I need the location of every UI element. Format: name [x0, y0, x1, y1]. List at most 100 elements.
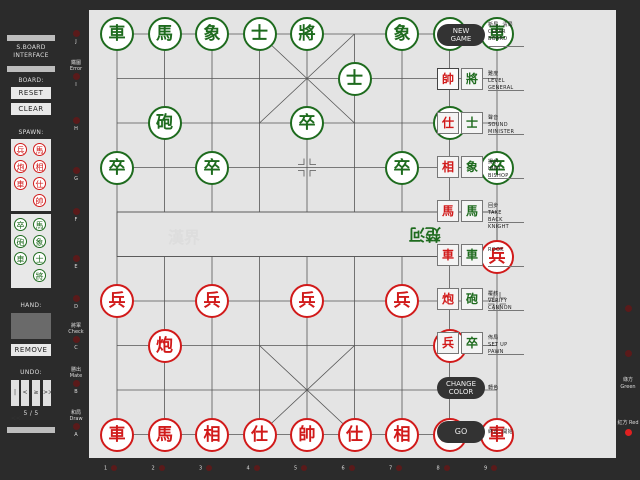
red-spawn-piece[interactable]: 車 [14, 177, 27, 190]
rank-dot [72, 255, 80, 262]
option-caption-en2: ROOK [488, 247, 504, 253]
red-piece[interactable]: 兵 [100, 284, 134, 318]
reset-button[interactable]: RESET [11, 87, 51, 99]
undo-last-button[interactable]: >>| [43, 380, 55, 406]
rank-label: F [74, 217, 78, 223]
red-piece[interactable]: 馬 [147, 417, 182, 452]
divider [7, 66, 55, 72]
green-spawn-piece[interactable]: 砲 [14, 235, 27, 248]
green-option-button[interactable]: 卒 [461, 332, 483, 354]
rank-dot [72, 336, 80, 343]
clear-button[interactable]: CLEAR [11, 103, 51, 115]
green-option-button[interactable]: 象 [461, 156, 483, 178]
green-piece[interactable]: 卒 [195, 150, 229, 185]
red-spawn-piece[interactable]: 馬 [33, 143, 46, 156]
option-caption-en1: TAKE [488, 210, 502, 216]
green-option-button[interactable]: 將 [461, 68, 483, 90]
red-spawn-piece[interactable]: 兵 [14, 143, 27, 156]
red-piece[interactable]: 兵 [480, 239, 514, 274]
green-piece[interactable]: 馬 [147, 17, 182, 51]
red-piece[interactable]: 兵 [290, 284, 324, 318]
undo-counter: 5 / 5 [23, 410, 39, 417]
rank-dot [72, 295, 80, 302]
green-spawn-piece[interactable]: 象 [33, 235, 46, 248]
green-option-button[interactable]: 士 [461, 112, 483, 134]
green-piece[interactable]: 象 [195, 17, 229, 51]
green-piece[interactable]: 象 [385, 17, 419, 51]
red-piece[interactable]: 相 [195, 417, 229, 452]
option-caption: 聲音 SOUND MINISTER [488, 115, 514, 136]
green-option-button[interactable]: 車 [461, 244, 483, 266]
remove-button[interactable]: REMOVE [11, 344, 51, 356]
side-indicator-dot [624, 305, 632, 312]
rank-label: A [74, 432, 78, 438]
undo-prev-button[interactable]: < [21, 380, 29, 406]
option-caption-en1: SOUND [488, 122, 508, 128]
green-piece[interactable]: 士 [337, 61, 372, 96]
red-option-button[interactable]: 相 [437, 156, 459, 178]
divider [488, 266, 524, 267]
red-spawn-piece[interactable]: 帥 [33, 194, 46, 207]
xiangqi-board[interactable]: 漢界 楚河 車馬象士將象馬車士砲卒砲卒卒卒卒兵兵兵兵兵炮炮車馬相仕帥仕相馬車 [89, 10, 616, 458]
rank-dot [72, 30, 80, 37]
green-piece[interactable]: 砲 [147, 106, 182, 140]
divider [7, 427, 55, 433]
file-label: 9 [484, 465, 488, 472]
green-spawn-piece[interactable]: 車 [14, 252, 27, 265]
red-option-button[interactable]: 炮 [437, 288, 459, 310]
red-option-button[interactable]: 馬 [437, 200, 459, 222]
red-piece[interactable]: 兵 [195, 284, 229, 318]
rank-indicator: E [68, 255, 84, 270]
rank-indicator: 鐵圖 Error I [68, 60, 84, 88]
green-spawn-piece[interactable]: 馬 [33, 218, 46, 231]
rank-indicator: J [68, 30, 84, 45]
red-piece[interactable]: 兵 [385, 284, 419, 318]
hand-slot[interactable] [11, 313, 51, 339]
green-piece[interactable]: 將 [290, 17, 324, 51]
red-piece[interactable]: 相 [385, 417, 419, 452]
rank-note: 勝出 Mate [69, 367, 83, 379]
new-game-caption-en: CLEAR BOARD [488, 29, 508, 42]
green-piece[interactable]: 卒 [385, 150, 419, 185]
new-game-button[interactable]: NEW GAME [437, 24, 485, 46]
go-button[interactable]: GO [437, 421, 485, 443]
green-piece[interactable]: 車 [100, 17, 134, 51]
option-caption: 覆核 VERIFY CANNON [488, 291, 512, 312]
change-color-line1: CHANGE [445, 380, 477, 388]
green-piece[interactable]: 士 [242, 17, 277, 51]
red-option-button[interactable]: 帥 [437, 68, 459, 90]
red-piece[interactable]: 仕 [337, 417, 372, 452]
rank-label: E [74, 264, 78, 270]
red-piece[interactable]: 車 [100, 417, 134, 452]
rank-indicator: 和局 Draw A [68, 410, 84, 438]
green-spawn-piece[interactable]: 士 [33, 252, 46, 265]
divider [488, 134, 524, 135]
red-piece[interactable]: 炮 [147, 328, 182, 363]
red-option-button[interactable]: 車 [437, 244, 459, 266]
undo-first-button[interactable]: |<< [11, 380, 21, 422]
green-spawn-piece[interactable]: 卒 [14, 218, 27, 231]
green-option-button[interactable]: 砲 [461, 288, 483, 310]
green-piece[interactable]: 卒 [100, 150, 134, 185]
red-spawn-piece[interactable]: 仕 [33, 177, 46, 190]
divider [488, 90, 524, 91]
rank-indicator: H [68, 117, 84, 132]
undo-label: UNDO: [20, 369, 42, 376]
file-dot [206, 465, 213, 471]
file-label: 3 [199, 465, 203, 472]
red-piece[interactable]: 仕 [242, 417, 277, 452]
green-piece[interactable]: 卒 [290, 106, 324, 140]
red-option-button[interactable]: 仕 [437, 112, 459, 134]
change-color-button[interactable]: CHANGE COLOR [437, 377, 485, 399]
green-option-button[interactable]: 馬 [461, 200, 483, 222]
red-piece[interactable]: 帥 [290, 417, 324, 452]
red-spawn-piece[interactable]: 相 [33, 160, 46, 173]
new-game-caption: 新局, 清局 CLEAR BOARD [488, 22, 518, 43]
red-spawn-piece[interactable]: 炮 [14, 160, 27, 173]
option-caption: 佈局 SET UP PAWN [488, 335, 507, 356]
spawn-green-palette: 卒馬砲象車士將 [11, 214, 51, 288]
undo-next-button[interactable]: ≥ [32, 380, 40, 406]
green-spawn-piece[interactable]: 將 [33, 269, 46, 282]
red-option-button[interactable]: 兵 [437, 332, 459, 354]
option-caption-en1: VERIFY [488, 298, 508, 304]
